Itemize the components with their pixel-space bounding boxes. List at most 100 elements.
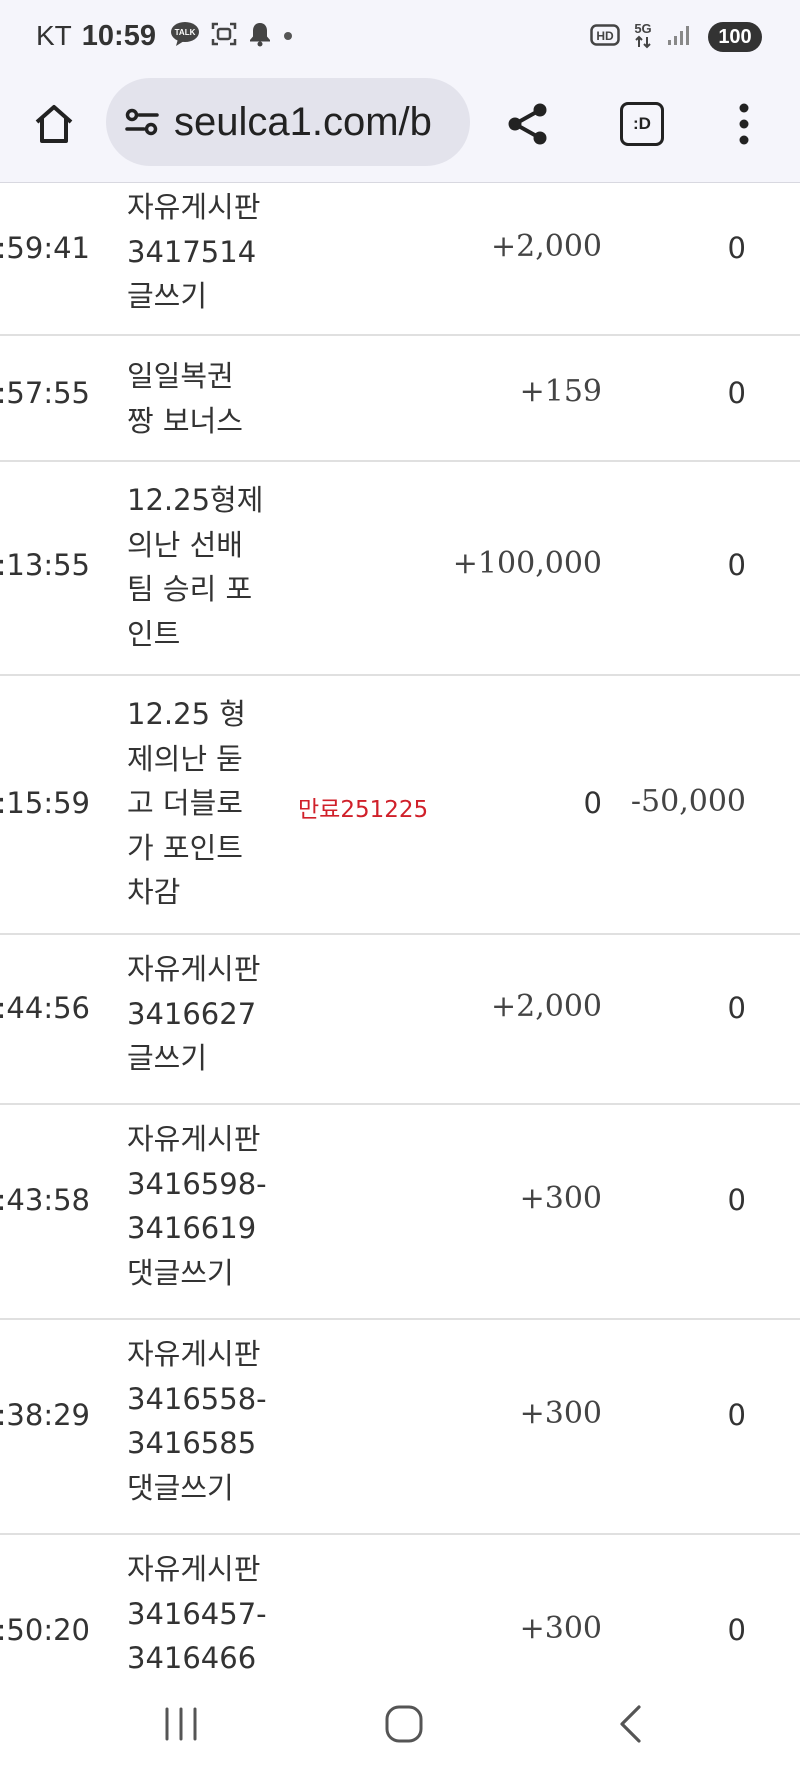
table-row: 2:13:55 12.25형제 의난 선배 팀 승리 포 인트 +100,000… <box>0 462 800 676</box>
table-row: 7:50:20 자유게시판 3416457- 3416466 +300 0 <box>0 1535 800 1670</box>
network-5g-icon: 5G <box>630 20 656 54</box>
row-time: 3:43:58 <box>0 1183 90 1217</box>
desc-line: 3416585 <box>127 1426 257 1460</box>
row-used: 0 <box>727 1398 746 1432</box>
address-bar[interactable]: seulca1.com/b <box>106 78 470 166</box>
row-earned: +300 <box>519 1396 602 1431</box>
table-row: 2:57:55 일일복권 짱 보너스 +159 0 <box>0 336 800 462</box>
url-text[interactable]: seulca1.com/b <box>174 100 432 145</box>
status-bar: KT 10:59 TALK HD 5G 100 <box>0 0 800 72</box>
row-time: 2:59:41 <box>0 231 90 265</box>
row-description: 일일복권 짱 보너스 <box>127 354 277 443</box>
desc-line: 12.25형제 <box>127 483 264 517</box>
row-description: 자유게시판 3416558- 3416585 댓글쓰기 <box>127 1332 277 1510</box>
row-earned: +100,000 <box>452 546 602 581</box>
desc-line: 댓글쓰기 <box>127 1470 234 1505</box>
desc-line: 제의난 둗 <box>127 741 243 776</box>
row-description: 자유게시판 3416598- 3416619 댓글쓰기 <box>127 1117 277 1295</box>
row-time: 3:44:56 <box>0 991 90 1025</box>
desc-line: 인트 <box>127 616 181 651</box>
desc-line: 팀 승리 포 <box>127 572 253 606</box>
desc-line: 자유게시판 <box>127 190 261 224</box>
share-icon <box>508 103 547 145</box>
desc-line: 자유게시판 <box>127 1122 261 1156</box>
row-time: 7:50:20 <box>0 1613 90 1647</box>
home-icon <box>35 105 73 143</box>
tab-switcher-button[interactable]: :D <box>614 96 670 152</box>
recents-icon <box>165 1707 197 1741</box>
row-earned: +2,000 <box>490 229 602 264</box>
desc-line: 3417514 <box>127 234 257 269</box>
more-vert-icon <box>739 103 749 145</box>
signal-icon <box>666 23 690 51</box>
desc-line: 3416627 <box>127 996 257 1031</box>
table-row: 3:43:58 자유게시판 3416598- 3416619 댓글쓰기 +300… <box>0 1105 800 1320</box>
row-used: 0 <box>727 231 746 265</box>
row-used: 0 <box>727 376 746 410</box>
expiry-note: 만료251225 <box>298 797 429 823</box>
desc-line: 일일복권 <box>127 359 234 393</box>
tune-icon[interactable] <box>124 104 160 140</box>
points-history-table: 2:59:41 자유게시판 3417514 글쓰기 +2,000 0 2:57:… <box>0 183 800 1670</box>
screenshot-icon <box>210 20 238 52</box>
back-icon <box>620 1705 641 1743</box>
row-time: 2:57:55 <box>0 376 90 410</box>
status-right: HD 5G 100 <box>590 20 762 54</box>
desc-line: 자유게시판 <box>127 1552 261 1586</box>
carrier-label: KT <box>36 20 72 51</box>
desc-line: 차감 <box>127 875 181 909</box>
desc-line: 자유게시판 <box>127 1337 261 1371</box>
desc-line: 가 포인트 <box>127 830 243 865</box>
table-row: 2:59:41 자유게시판 3417514 글쓰기 +2,000 0 <box>0 183 800 336</box>
svg-text:HD: HD <box>596 29 614 43</box>
dot-icon <box>282 27 294 46</box>
desc-line: 글쓰기 <box>127 279 208 313</box>
hd-icon: HD <box>590 24 620 50</box>
back-button[interactable] <box>590 1696 670 1752</box>
table-row: 3:38:29 자유게시판 3416558- 3416585 댓글쓰기 +300… <box>0 1320 800 1535</box>
row-time: 2:13:55 <box>0 548 90 582</box>
desc-line: 12.25 형 <box>127 697 246 731</box>
home-nav-icon <box>385 1705 423 1743</box>
row-earned: +300 <box>519 1611 602 1646</box>
recents-button[interactable] <box>141 1696 221 1752</box>
row-earned: +159 <box>519 374 602 409</box>
row-used: 0 <box>727 991 746 1025</box>
home-nav-button[interactable] <box>364 1696 444 1752</box>
table-row: 3:44:56 자유게시판 3416627 글쓰기 +2,000 0 <box>0 935 800 1105</box>
desc-line: 댓글쓰기 <box>127 1255 234 1290</box>
row-time: 3:38:29 <box>0 1398 90 1432</box>
status-left: KT 10:59 TALK <box>36 18 304 54</box>
clock: 10:59 <box>81 19 156 52</box>
desc-line: 3416619 <box>127 1211 257 1245</box>
talk-icon: TALK <box>170 21 200 51</box>
browser-toolbar: seulca1.com/b :D <box>0 72 800 183</box>
desc-line: 의난 선배 <box>127 527 243 562</box>
desc-line: 고 더블로 <box>127 786 243 820</box>
home-button[interactable] <box>24 94 84 154</box>
svg-text:5G: 5G <box>634 21 651 36</box>
row-description: 자유게시판 3416627 글쓰기 <box>127 947 277 1081</box>
row-description: 자유게시판 3416457- 3416466 <box>127 1547 277 1670</box>
share-button[interactable] <box>498 94 558 154</box>
system-nav-bar <box>0 1670 800 1778</box>
row-used: -50,000 <box>630 784 746 819</box>
table-row: 0:15:59 12.25 형 제의난 둗 고 더블로 가 포인트 차감 만료2… <box>0 676 800 935</box>
battery-indicator: 100 <box>708 22 762 52</box>
row-earned: 0 <box>583 786 602 820</box>
desc-line: 3416558- <box>127 1381 267 1416</box>
row-earned: +2,000 <box>490 989 602 1024</box>
row-description: 자유게시판 3417514 글쓰기 <box>127 185 277 319</box>
row-used: 0 <box>727 548 746 582</box>
row-used: 0 <box>727 1183 746 1217</box>
desc-line: 3416598- <box>127 1166 267 1201</box>
row-description: 12.25 형 제의난 둗 고 더블로 가 포인트 차감 <box>127 692 277 915</box>
desc-line: 자유게시판 <box>127 952 261 986</box>
bell-icon <box>248 21 272 51</box>
row-used: 0 <box>727 1613 746 1647</box>
tab-switcher-label: :D <box>620 102 664 146</box>
more-menu-button[interactable] <box>724 94 764 154</box>
desc-line: 3416466 <box>127 1641 257 1670</box>
row-time: 0:15:59 <box>0 786 90 820</box>
desc-line: 짱 보너스 <box>127 403 243 438</box>
